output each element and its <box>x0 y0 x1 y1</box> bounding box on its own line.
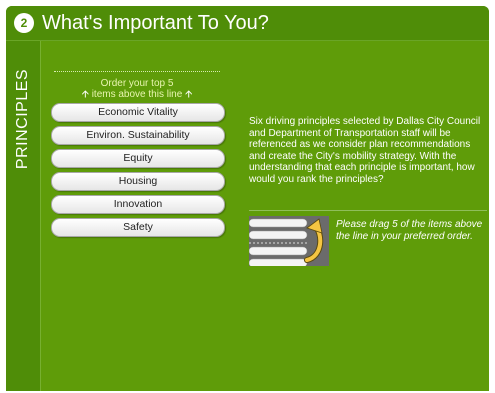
main-content: Order your top 5 🡩 items above this line… <box>41 41 489 391</box>
drag-up-curved-arrow-icon <box>249 216 329 266</box>
drag-hint-text: Please drag 5 of the items above the lin… <box>336 219 483 242</box>
rank-item-housing[interactable]: Housing <box>51 172 225 191</box>
description-divider <box>249 210 487 211</box>
side-tab-label: PRINCIPLES <box>14 68 31 170</box>
instruction-line-1: Order your top 5 <box>100 78 174 89</box>
instruction-line-2: items above this line <box>91 89 183 100</box>
ranking-instruction: Order your top 5 🡩 items above this line… <box>54 78 220 100</box>
survey-panel: 2 What's Important To You? PRINCIPLES Or… <box>6 6 489 391</box>
arrow-up-icon: 🡩 <box>81 89 89 100</box>
principles-description: Six driving principles selected by Dalla… <box>249 116 481 185</box>
rank-item-economic-vitality[interactable]: Economic Vitality <box>51 103 225 122</box>
rank-item-innovation[interactable]: Innovation <box>51 195 225 214</box>
side-tab-principles: PRINCIPLES <box>6 41 41 391</box>
step-number-badge: 2 <box>14 13 34 33</box>
title-bar: 2 What's Important To You? <box>6 6 489 41</box>
rank-item-environ-sustainability[interactable]: Environ. Sustainability <box>51 126 225 145</box>
arrow-up-icon: 🡩 <box>185 89 193 100</box>
rank-item-safety[interactable]: Safety <box>51 218 225 237</box>
dotted-divider <box>54 71 220 72</box>
rank-item-equity[interactable]: Equity <box>51 149 225 168</box>
page-title: What's Important To You? <box>42 12 269 34</box>
instruction-line-2-row: 🡩 items above this line 🡩 <box>54 89 220 100</box>
